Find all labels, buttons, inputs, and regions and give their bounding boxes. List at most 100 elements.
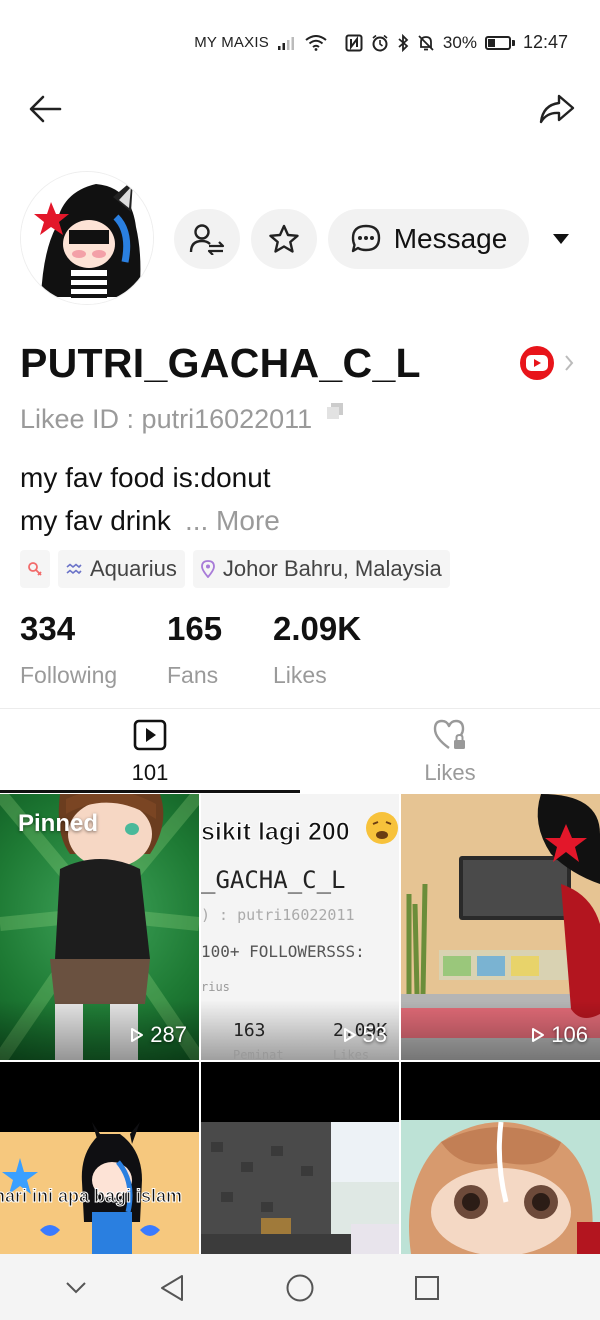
thumbnail-image bbox=[401, 1120, 600, 1254]
stat-fans[interactable]: 165 Fans bbox=[167, 610, 222, 689]
stat-following[interactable]: 334 Following bbox=[20, 610, 117, 689]
likes-count: 2.09K bbox=[273, 610, 362, 647]
active-tab-indicator bbox=[0, 790, 300, 793]
thumbnail-fans: 163 bbox=[233, 1020, 266, 1041]
play-outline-icon bbox=[532, 1028, 545, 1042]
video-thumbnail-6[interactable] bbox=[401, 1062, 600, 1254]
location-label: Johor Bahru, Malaysia bbox=[222, 556, 442, 581]
bio-line-1: my fav food is:donut bbox=[20, 462, 271, 493]
alarm-icon bbox=[371, 34, 389, 52]
play-count: 53 bbox=[343, 1022, 387, 1048]
location-tag: Johor Bahru, Malaysia bbox=[192, 550, 450, 588]
aquarius-icon bbox=[66, 563, 82, 575]
play-count: 287 bbox=[130, 1022, 187, 1048]
tab-likes-label: Likes bbox=[424, 760, 476, 785]
fans-label: Fans bbox=[167, 662, 219, 688]
star-icon bbox=[269, 224, 299, 253]
chevron-down-icon bbox=[66, 1282, 86, 1294]
video-thumbnail-2[interactable]: sikit lagi 200 _GACHA_C_L ) : putri16022… bbox=[201, 794, 399, 1060]
likee-id: Likee ID : putri16022011 bbox=[20, 404, 313, 434]
thumbnail-image bbox=[201, 1122, 399, 1254]
zodiac-label: Aquarius bbox=[90, 556, 177, 581]
bio-line-2: my fav drink bbox=[20, 505, 171, 536]
triangle-back-icon bbox=[161, 1275, 183, 1301]
signal-icon bbox=[277, 35, 297, 51]
clock: 12:47 bbox=[522, 32, 568, 52]
thumbnail-username: _GACHA_C_L bbox=[201, 866, 346, 894]
back-arrow-icon bbox=[29, 95, 62, 123]
carrier-label: MY MAXIS bbox=[194, 34, 269, 51]
thumbnail-id: ) : putri16022011 bbox=[201, 906, 355, 924]
play-count: 106 bbox=[531, 1022, 588, 1048]
fans-count: 165 bbox=[167, 610, 223, 647]
thumbnail-sign: rius bbox=[201, 980, 230, 994]
video-thumbnail-1[interactable]: Pinned 287 bbox=[0, 794, 199, 1060]
thumbnail-caption: hari ini apa bagi islam bbox=[0, 1186, 183, 1207]
profile-stats: 334 Following 165 Fans 2.09K Likes bbox=[20, 610, 580, 690]
caret-down-icon bbox=[553, 234, 569, 244]
profile-tags: Aquarius Johor Bahru, Malaysia bbox=[20, 550, 450, 588]
tab-videos[interactable]: 101 bbox=[0, 718, 300, 792]
heart-lock-icon bbox=[433, 719, 465, 749]
thumbnail-likes-label: Likes bbox=[333, 1048, 370, 1060]
nav-home-button[interactable] bbox=[280, 1268, 320, 1308]
chat-bubble-icon bbox=[351, 224, 380, 253]
likes-label: Likes bbox=[273, 662, 327, 688]
square-recents-icon bbox=[415, 1276, 439, 1300]
back-button[interactable] bbox=[26, 90, 64, 128]
bluetooth-icon bbox=[397, 33, 409, 52]
video-play-icon bbox=[133, 719, 167, 751]
copy-icon[interactable] bbox=[326, 402, 344, 425]
add-friend-icon bbox=[189, 224, 225, 255]
mute-bell-icon bbox=[417, 34, 435, 52]
nav-recents-button[interactable] bbox=[407, 1268, 447, 1308]
stat-likes[interactable]: 2.09K Likes bbox=[273, 610, 361, 689]
nfc-icon bbox=[345, 34, 363, 52]
system-nav-bar bbox=[0, 1254, 600, 1320]
share-arrow-icon bbox=[539, 94, 575, 124]
worried-face-emoji-icon bbox=[366, 812, 398, 844]
likee-id-row: Likee ID : putri16022011 bbox=[20, 402, 344, 435]
tab-videos-count: 101 bbox=[131, 760, 169, 785]
location-pin-icon bbox=[200, 560, 215, 578]
video-thumbnail-4[interactable]: hari ini apa bagi islam bbox=[0, 1062, 199, 1254]
battery-percent: 30% bbox=[442, 32, 477, 52]
youtube-icon bbox=[520, 346, 554, 380]
following-count: 334 bbox=[20, 610, 76, 647]
avatar-image bbox=[21, 172, 153, 304]
following-label: Following bbox=[20, 662, 118, 688]
female-icon bbox=[28, 562, 42, 576]
more-options-dropdown[interactable] bbox=[546, 224, 576, 254]
chevron-right-icon bbox=[565, 355, 574, 371]
battery-icon bbox=[484, 35, 515, 50]
thumbnail-caption: sikit lagi 200 bbox=[201, 818, 350, 847]
follow-button[interactable] bbox=[174, 209, 240, 269]
nav-collapse-button[interactable] bbox=[56, 1268, 96, 1308]
video-thumbnail-5[interactable] bbox=[201, 1062, 399, 1254]
status-bar: MY MAXIS 30% 12:47 bbox=[0, 0, 600, 86]
profile-username: PUTRI_GACHA_C_L bbox=[20, 340, 421, 386]
favorite-button[interactable] bbox=[251, 209, 317, 269]
video-grid: Pinned 287 sikit lagi 200 _GACHA_C_L ) :… bbox=[0, 794, 600, 1254]
wifi-icon bbox=[305, 34, 327, 51]
message-button[interactable]: Message bbox=[328, 209, 529, 269]
tab-likes[interactable]: Likes bbox=[300, 718, 600, 792]
bio: my fav food is:donut my fav drink ... Mo… bbox=[20, 456, 280, 542]
play-outline-icon bbox=[343, 1028, 356, 1042]
zodiac-tag: Aquarius bbox=[58, 550, 185, 588]
message-label: Message bbox=[393, 223, 508, 254]
nav-back-button[interactable] bbox=[152, 1268, 192, 1308]
youtube-link[interactable] bbox=[520, 346, 574, 380]
thumbnail-fans-label: Peminat bbox=[233, 1048, 284, 1060]
play-outline-icon bbox=[131, 1028, 144, 1042]
pinned-badge: Pinned bbox=[18, 810, 99, 837]
section-divider bbox=[0, 708, 600, 709]
share-button[interactable] bbox=[538, 90, 576, 128]
avatar[interactable] bbox=[20, 171, 154, 305]
thumbnail-image bbox=[0, 1122, 199, 1254]
circle-home-icon bbox=[286, 1274, 314, 1302]
video-thumbnail-3[interactable]: 106 bbox=[401, 794, 600, 1060]
thumbnail-followers: 100+ FOLLOWERSSS: bbox=[201, 942, 365, 961]
top-nav bbox=[0, 86, 600, 130]
bio-more-link[interactable]: ... More bbox=[185, 499, 280, 542]
